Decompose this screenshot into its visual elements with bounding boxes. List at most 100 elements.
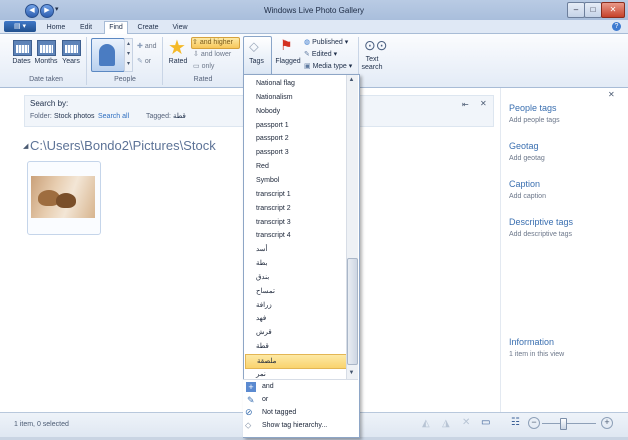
tag-item[interactable]: National flag — [256, 77, 344, 90]
not-tagged-icon: ⊘ — [245, 407, 253, 417]
geotag-heading: Geotag — [509, 141, 539, 151]
pin-icon[interactable]: ⇤ — [462, 100, 469, 109]
tab-create[interactable]: Create — [135, 22, 161, 33]
tag-item[interactable]: passport 1 — [256, 119, 344, 132]
search-by-title: Search by: — [30, 99, 69, 108]
status-text: 1 item, 0 selected — [14, 421, 69, 428]
tag-item[interactable]: نمر — [256, 368, 344, 379]
months-button[interactable]: Months — [33, 58, 59, 65]
tag-item[interactable]: passport 3 — [256, 146, 344, 159]
tag-item[interactable]: فهد — [256, 312, 344, 325]
close-search-icon[interactable]: ✕ — [480, 99, 487, 108]
people-scroll-icon[interactable]: ▴ ▾ ▾ — [124, 38, 133, 72]
published-dropdown[interactable]: ◍ Published ▾ — [304, 38, 348, 46]
tags-or-option[interactable]: or — [262, 396, 268, 403]
zoom-in-icon[interactable]: + — [601, 417, 613, 429]
scroll-down-icon[interactable]: ▼ — [347, 369, 356, 378]
view-details-icon[interactable]: ☷ — [511, 417, 520, 428]
tag-item[interactable]: زرافة — [256, 299, 344, 312]
tag-item[interactable]: passport 2 — [256, 132, 344, 145]
tag-item[interactable]: transcript 4 — [256, 229, 344, 242]
folder-label: Folder: — [30, 113, 52, 120]
star-icon: ★ — [168, 37, 186, 59]
pencil-icon: ✎ — [137, 58, 145, 65]
tab-home[interactable]: Home — [44, 22, 68, 33]
dates-button[interactable]: Dates — [8, 58, 35, 65]
close-pane-icon[interactable]: ✕ — [608, 90, 615, 99]
add-people-tags-link[interactable]: Add people tags — [509, 117, 560, 124]
minimize-button[interactable]: – — [567, 2, 585, 18]
descriptive-tags-heading: Descriptive tags — [509, 217, 574, 227]
show-tag-hierarchy-option[interactable]: Show tag hierarchy... — [262, 422, 327, 429]
scroll-thumb[interactable] — [347, 258, 358, 365]
binoculars-icon: ⊙⊙ — [364, 37, 388, 53]
items-in-view-text: 1 item in this view — [509, 351, 565, 358]
tag-item[interactable]: ملصقة — [245, 354, 346, 369]
people-or-option[interactable]: ✎ or — [137, 57, 151, 65]
tag-item[interactable]: Red — [256, 160, 344, 173]
edit-icon: ✎ — [304, 51, 312, 58]
tag-item[interactable]: Nobody — [256, 105, 344, 118]
text-search-button[interactable]: Text search — [360, 56, 384, 72]
folder-value: Stock photos — [54, 113, 95, 120]
not-tagged-option[interactable]: Not tagged — [262, 409, 296, 416]
zoom-slider-handle[interactable] — [560, 418, 567, 430]
collapse-arrow-icon[interactable]: ◢ — [23, 142, 28, 150]
tag-item[interactable]: بطة — [256, 257, 344, 270]
slideshow-icon[interactable]: ▭ — [481, 417, 490, 428]
pencil-icon: ✎ — [247, 395, 255, 405]
add-descriptive-tags-link[interactable]: Add descriptive tags — [509, 231, 572, 238]
tags-label: Tags — [249, 58, 264, 65]
tag-item[interactable]: قطة — [256, 340, 344, 353]
tag-item[interactable]: transcript 2 — [256, 202, 344, 215]
years-calendar-icon — [62, 40, 81, 56]
tab-view[interactable]: View — [169, 22, 191, 33]
rated-button[interactable]: Rated — [166, 58, 190, 65]
tag-item[interactable]: transcript 1 — [256, 188, 344, 201]
zoom-out-icon[interactable]: − — [528, 417, 540, 429]
search-all-link[interactable]: Search all — [98, 113, 129, 120]
tagged-label: Tagged: — [146, 113, 171, 120]
only-option[interactable]: ▭ only — [193, 62, 214, 70]
plus-icon: + — [246, 382, 256, 392]
media-type-dropdown[interactable]: ▣ Media type ▾ — [304, 62, 352, 70]
app-menu-button[interactable]: ▤ ▾ — [4, 21, 36, 32]
and-lower-option[interactable]: ⇩ and lower — [193, 50, 231, 58]
equals-icon: ▭ — [193, 63, 202, 70]
add-geotag-link[interactable]: Add geotag — [509, 155, 545, 162]
delete-icon[interactable]: ✕ — [462, 417, 470, 428]
tag-item[interactable]: بندق — [256, 271, 344, 284]
add-caption-link[interactable]: Add caption — [509, 193, 546, 200]
tab-edit[interactable]: Edit — [76, 22, 96, 33]
scroll-up-icon[interactable]: ▲ — [347, 76, 356, 85]
flagged-button[interactable]: Flagged — [273, 58, 303, 65]
flag-icon: ⚑ — [280, 37, 293, 53]
ribbon-separator — [86, 37, 87, 85]
ribbon-separator — [162, 37, 163, 85]
tag-item[interactable]: Nationalism — [256, 91, 344, 104]
tags-and-option[interactable]: and — [262, 383, 274, 390]
zoom-slider-track[interactable] — [542, 423, 596, 424]
rotate-left-icon[interactable]: ◭ — [422, 418, 430, 429]
maximize-button[interactable]: □ — [584, 2, 602, 18]
tag-item[interactable]: أسد — [256, 243, 344, 256]
tagged-value[interactable]: قطة — [173, 112, 186, 120]
info-pane — [500, 88, 625, 412]
globe-icon: ◍ — [304, 39, 313, 46]
and-higher-option[interactable]: ⇧ and higher — [191, 37, 240, 49]
people-and-option[interactable]: ✚ and — [137, 42, 157, 50]
tags-list[interactable]: National flag Nationalism Nobody passport 1… — [243, 75, 346, 379]
down-arrow-icon: ⇩ — [193, 51, 201, 58]
app-menu-icon: ▤ ▾ — [13, 23, 27, 30]
tag-item[interactable]: Symbol — [256, 174, 344, 187]
rotate-right-icon[interactable]: ◮ — [442, 418, 450, 429]
help-icon[interactable]: ? — [612, 22, 621, 31]
person-icon — [99, 44, 115, 66]
tab-find[interactable]: Find — [104, 21, 128, 35]
tag-item[interactable]: تمساح — [256, 285, 344, 298]
edited-dropdown[interactable]: ✎ Edited ▾ — [304, 50, 337, 58]
tag-item[interactable]: قرش — [256, 326, 344, 339]
close-button[interactable]: ✕ — [601, 2, 625, 18]
tag-item[interactable]: transcript 3 — [256, 216, 344, 229]
years-button[interactable]: Years — [58, 58, 84, 65]
